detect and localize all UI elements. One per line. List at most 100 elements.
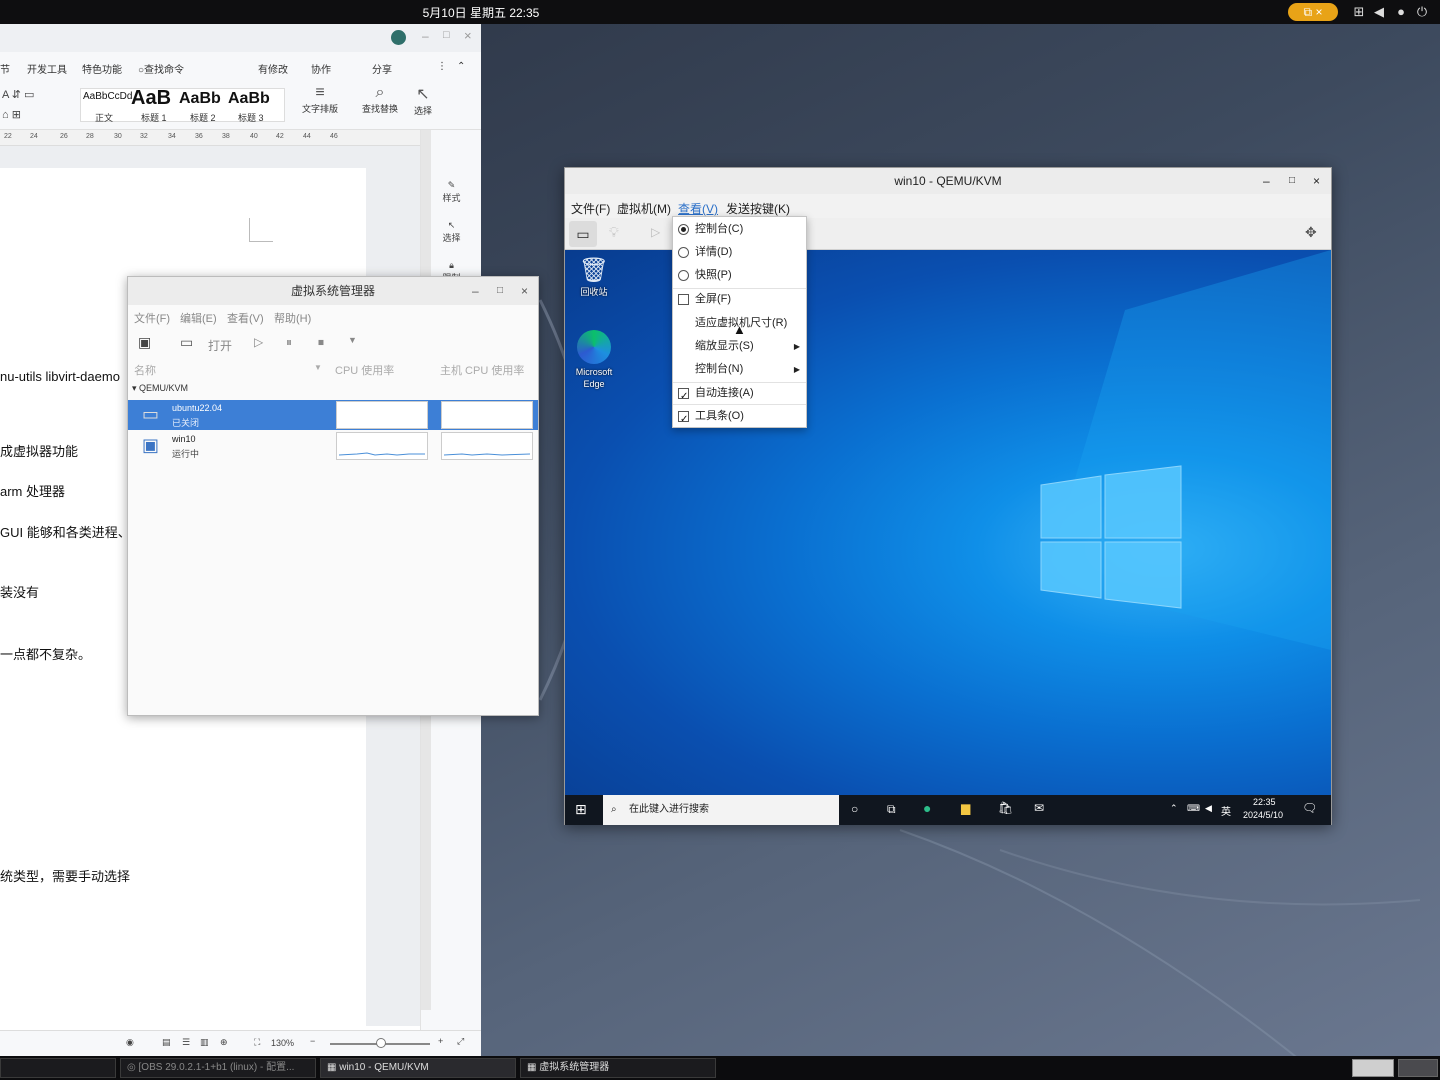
menu-item-console[interactable]: 控制台(C) <box>673 218 806 241</box>
eye-icon[interactable]: ◉ <box>126 1037 134 1048</box>
vmm-menu-view[interactable]: 查看(V) <box>227 310 264 326</box>
style-normal-preview[interactable]: AaBbCcDd <box>83 91 132 102</box>
vmm-menu-file[interactable]: 文件(F) <box>134 310 170 326</box>
screen-record-indicator[interactable]: ⧉ × <box>1288 3 1338 21</box>
monitor-icon[interactable]: ▭ <box>180 334 193 351</box>
format-icons[interactable]: A ⇵ ▭ <box>2 88 34 101</box>
collapse-ribbon-icon[interactable]: ⌃ <box>457 61 465 72</box>
horizontal-ruler[interactable]: 22 24 26 28 30 32 34 36 38 40 42 44 46 <box>0 130 420 146</box>
style-h1-preview[interactable]: AaB <box>131 87 171 110</box>
zoom-level[interactable]: 130% <box>271 1038 294 1048</box>
typesetting-button[interactable]: ≡ 文字排版 <box>300 84 340 115</box>
track-changes-button[interactable]: 有修改 <box>258 61 288 76</box>
taskbar-item-obs[interactable]: ◎ [OBS 29.0.2.1-1+b1 (linux) - 配置... <box>120 1058 316 1078</box>
edge-taskbar-icon[interactable]: ● <box>923 800 931 816</box>
maximize-icon[interactable]: □ <box>1289 168 1295 194</box>
menu-item-details[interactable]: 详情(D) <box>673 241 806 264</box>
close-icon[interactable]: × <box>521 277 528 305</box>
select-side-button[interactable]: ↖ 选择 <box>421 220 482 244</box>
menu-item-consoles[interactable]: 控制台(N) ▶ <box>673 358 806 381</box>
share-button[interactable]: 分享 <box>372 61 392 76</box>
guest-clock-time[interactable]: 22:35 <box>1253 797 1276 807</box>
fit-page-icon[interactable]: ⛶ <box>254 1037 260 1048</box>
edge-shortcut[interactable]: Microsoft Edge <box>569 330 619 390</box>
minimize-icon[interactable]: – <box>472 277 479 305</box>
minimize-icon[interactable]: – <box>422 29 429 43</box>
tray-network-icon[interactable]: ⌨ <box>1187 803 1200 814</box>
book-view-icon[interactable]: ▥ <box>200 1037 209 1048</box>
tray-volume-icon[interactable]: ◀ <box>1205 803 1212 814</box>
sort-chevron-icon[interactable]: ▼ <box>314 363 322 372</box>
zoom-slider-handle[interactable] <box>376 1038 386 1048</box>
qemu-menu-sendkey[interactable]: 发送按键(K) <box>726 200 790 217</box>
col-cpu[interactable]: CPU 使用率 <box>335 362 394 378</box>
collaborate-button[interactable]: 协作 <box>311 61 331 76</box>
find-command[interactable]: ○查找命令 <box>138 61 184 76</box>
notification-icon[interactable]: 🗨︎ <box>1302 801 1317 815</box>
menu-item-snapshots[interactable]: 快照(P) <box>673 264 806 287</box>
new-vm-icon[interactable]: ▣ <box>138 334 151 351</box>
network-icon[interactable]: ⊞ <box>1350 4 1368 20</box>
menu-section[interactable]: 节 <box>0 61 10 76</box>
pause-icon[interactable]: ⏸ <box>286 335 292 350</box>
top-clock[interactable]: 5月10日 星期五 22:35 <box>0 4 962 21</box>
microphone-icon[interactable]: ● <box>1392 4 1410 19</box>
menu-item-toolbar[interactable]: 工具条(O) <box>673 405 806 431</box>
taskbar-item-vmm[interactable]: ▦ 虚拟系统管理器 <box>520 1058 716 1078</box>
avatar[interactable] <box>391 30 406 45</box>
minimize-icon[interactable]: – <box>1263 168 1270 194</box>
open-button[interactable]: 打开 <box>208 337 232 354</box>
menu-item-autoconnect[interactable]: 自动连接(A) <box>673 382 806 408</box>
maximize-icon[interactable]: □ <box>497 277 503 305</box>
web-view-icon[interactable]: ⊕ <box>220 1037 228 1048</box>
volume-icon[interactable]: ◀ <box>1370 4 1388 20</box>
cortana-icon[interactable]: ○ <box>851 802 858 816</box>
task-view-icon[interactable]: ⧉ <box>887 802 896 817</box>
power-icon[interactable]: ⏻ <box>1413 4 1431 20</box>
shutdown-icon[interactable]: ⏹ <box>318 335 324 350</box>
zoom-out-icon[interactable]: − <box>310 1036 315 1046</box>
guest-clock-date[interactable]: 2024/5/10 <box>1243 810 1283 820</box>
col-host-cpu[interactable]: 主机 CPU 使用率 <box>440 362 524 378</box>
vmm-menu-edit[interactable]: 编辑(E) <box>180 310 217 326</box>
outline-view-icon[interactable]: ☰ <box>182 1037 190 1048</box>
qemu-menu-vm[interactable]: 虚拟机(M) <box>617 200 671 217</box>
vmm-menu-help[interactable]: 帮助(H) <box>274 310 311 326</box>
tray-chevron-icon[interactable]: ⌃ <box>1170 803 1178 814</box>
details-lightbulb-icon[interactable]: 💡︎ <box>609 224 619 241</box>
connection-group[interactable]: ▾ QEMU/KVM <box>132 383 188 394</box>
windows-start-icon[interactable]: ⊞ <box>575 801 587 818</box>
find-replace-button[interactable]: ⌕ 查找替换 <box>358 84 402 115</box>
recycle-bin-shortcut[interactable]: 🗑︎ 回收站 <box>571 256 617 298</box>
style-h3-preview[interactable]: AaBb <box>228 90 270 108</box>
more-icon[interactable]: ⋮ <box>437 61 447 72</box>
ime-indicator[interactable]: 英 <box>1221 803 1231 818</box>
qemu-menu-file[interactable]: 文件(F) <box>571 200 610 217</box>
chevron-down-icon[interactable]: ▼ <box>348 335 357 345</box>
border-icons[interactable]: ⌂ ⊞ <box>2 108 21 121</box>
menu-item-scale-display[interactable]: 缩放显示(S) ▶ <box>673 335 806 358</box>
menu-developer[interactable]: 开发工具 <box>27 61 67 76</box>
workspace-2[interactable] <box>1398 1059 1438 1077</box>
table-row[interactable]: ▭ ubuntu22.04 已关闭 <box>128 400 538 430</box>
guest-search-box[interactable]: ⌕ 在此键入进行搜索 <box>603 795 839 825</box>
qemu-menu-view[interactable]: 查看(V) <box>678 200 718 217</box>
run-icon[interactable]: ▷ <box>651 225 660 239</box>
zoom-in-icon[interactable]: + <box>438 1036 443 1046</box>
run-icon[interactable]: ▷ <box>254 335 263 349</box>
menu-features[interactable]: 特色功能 <box>82 61 122 76</box>
close-icon[interactable]: × <box>1313 168 1320 194</box>
mail-icon[interactable]: ✉ <box>1034 801 1044 815</box>
file-explorer-icon[interactable]: ▆ <box>961 801 970 815</box>
styles-side-button[interactable]: ✎ 样式 <box>421 180 482 204</box>
resize-icon[interactable]: ✥ <box>1305 224 1317 241</box>
select-button[interactable]: ↖ 选择 <box>408 84 438 117</box>
maximize-icon[interactable]: □ <box>443 29 450 41</box>
page-view-icon[interactable]: ▤ <box>162 1037 171 1048</box>
workspace-1[interactable] <box>1352 1059 1394 1077</box>
table-row[interactable]: ▣ win10 运行中 <box>128 431 538 461</box>
store-icon[interactable]: 🛍︎ <box>998 801 1013 815</box>
taskbar-item-qemu[interactable]: ▦ win10 - QEMU/KVM <box>320 1058 516 1078</box>
style-h2-preview[interactable]: AaBb <box>179 90 221 108</box>
col-name[interactable]: 名称 <box>134 362 156 378</box>
